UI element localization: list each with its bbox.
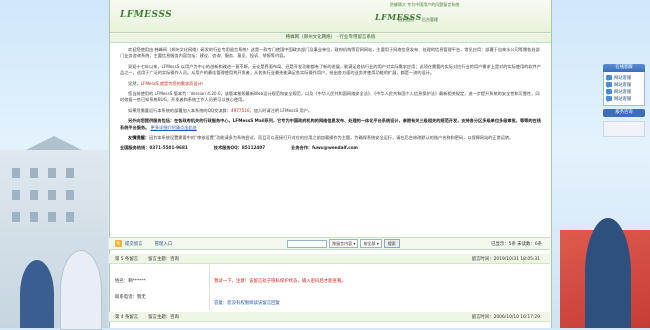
- entry-number: 第 5 条留言: [115, 256, 139, 262]
- service-item[interactable]: 网站客服: [604, 88, 644, 95]
- qq-info: 技术服务QQ：85112407: [213, 145, 266, 151]
- home-link[interactable]: 回到首页: [398, 17, 414, 23]
- intro-paragraph: 友情提醒：因为本系统设置需要中的“审核设置”功能请多为系统尝试，而且可以直接打开…: [128, 135, 514, 141]
- entry-contact: 联系电话：暂无: [115, 295, 146, 300]
- highlight-text: LFMessS 就是为您的需求而设计！: [140, 80, 206, 86]
- sidebar-footer: [603, 121, 645, 137]
- intro-paragraph: 另外向您提供服务包括：在各政府机关的行政服务中心，LFMessS Mail系列，…: [120, 118, 541, 130]
- background-figure: [20, 260, 54, 328]
- chat-icon: [606, 75, 612, 81]
- site-tagline: 防御情大 专为中国用户的问题留言系统: [390, 2, 460, 7]
- online-service-panel: 在线客服 网站客服 网站客服 网站客服 网站客服 服务咨询: [603, 64, 645, 137]
- entry-time: 留言时间：2006/10/10 16:17:29: [471, 314, 540, 320]
- search-scope-select[interactable]: 按全部 ▾: [360, 239, 382, 248]
- header-banner: LFMESSS LFMESSS 防御情大 专为中国用户的问题留言系统 回到首页 …: [110, 0, 551, 33]
- phone-info: 全国服务热线：0371-5501-9681: [120, 145, 188, 151]
- search-field-select[interactable]: 按留言内容 ▾: [329, 239, 359, 248]
- chat-icon: [606, 82, 612, 88]
- chat-icon: [606, 96, 612, 102]
- entry-body: 姓名：啊****** 联系电话：暂无 我试一下。注意！该留言处于隐私保护状态，输…: [109, 264, 550, 312]
- message-stats: 已显示：5条 未读数：6条: [491, 241, 542, 247]
- service-item[interactable]: 网站客服: [604, 74, 644, 81]
- service-list: 网站客服 网站客服 网站客服 网站客服: [603, 72, 645, 106]
- intro-paragraph: 欢迎您使用由 韩峰网（郑州文化网络）研发的行业专用留言系统！这是一款专门使国中国…: [120, 47, 540, 59]
- entry-topic: 留言主题：咨询: [148, 256, 179, 262]
- intro-content: 欢迎您使用由 韩峰网（郑州文化网络）研发的行业专用留言系统！这是一款专门使国中国…: [110, 43, 551, 152]
- entry-message: 我试一下。注意！该留言处于隐私保护状态，输入密码后才能查看。: [214, 279, 346, 284]
- service-item[interactable]: 网站客服: [604, 95, 644, 102]
- admin-top-link[interactable]: 后台管理: [422, 17, 438, 23]
- breadcrumb: 韩峰网（郑州文化网络） · 行业专用留言系统: [110, 34, 551, 43]
- entry-author: 姓名：啊******: [115, 279, 146, 284]
- entry-topic: 留言主题：咨询: [148, 314, 179, 320]
- chat-icon: [606, 89, 612, 95]
- admin-entry-link[interactable]: 管理入口: [155, 241, 173, 247]
- entry-header: 第 5 条留言 留言主题：咨询 留言时间：2019/10/31 18:05:31: [109, 254, 550, 264]
- sidebar-title: 在线客服: [603, 64, 645, 72]
- service-item[interactable]: 网站客服: [604, 81, 644, 88]
- entry-reply: 答复：您没有权限阅读该留言回复: [214, 301, 280, 306]
- background-figure: [60, 250, 102, 330]
- site-logo: LFMESSS: [120, 10, 173, 20]
- intro-paragraph: 您当前使用的 LFMessS 版本为：Version 4.20.0，该版本按照最…: [120, 91, 540, 103]
- entry-time: 留言时间：2019/10/31 18:05:31: [471, 256, 540, 262]
- pencil-icon: ✎: [115, 240, 122, 247]
- intro-paragraph: 显然，LFMessS 就是为您的需求而设计！: [128, 80, 206, 86]
- service-consult-button[interactable]: 服务咨询: [603, 109, 645, 117]
- qq-group-number: 4977516: [230, 107, 250, 113]
- entry-header: 第 4 条留言 留言主题：咨询 留言时间：2006/10/10 16:17:29: [109, 312, 550, 322]
- background-figure: [585, 218, 631, 328]
- post-message-button[interactable]: ✎ 提交留言: [115, 240, 143, 247]
- entry-body: [109, 322, 550, 328]
- more-info-link[interactable]: 更多详细介绍请点击此处: [151, 125, 197, 130]
- entry-number: 第 4 条留言: [115, 314, 139, 320]
- search-input[interactable]: [287, 239, 328, 248]
- intro-paragraph: 如果您需要运行本系统的部署加入本系统的QQ交流群：4977516，加入时请注明 …: [128, 107, 313, 113]
- guestbook-toolbar: ✎ 提交留言 管理入口 按留言内容 ▾ 按全部 ▾ 搜索 已显示：5条 未读数：…: [109, 237, 550, 250]
- intro-paragraph: 双迎十七年以来，LFMessS 以用户为中心的创新和改进一直不断，无论是界面布局…: [120, 63, 541, 76]
- search-button[interactable]: 搜索: [383, 239, 400, 248]
- contact-info: 全国服务热线：0371-5501-9681 技术服务QQ：85112407 业务…: [120, 145, 541, 151]
- email-info: 业务合作：fuwu@wendalf.com: [291, 145, 358, 151]
